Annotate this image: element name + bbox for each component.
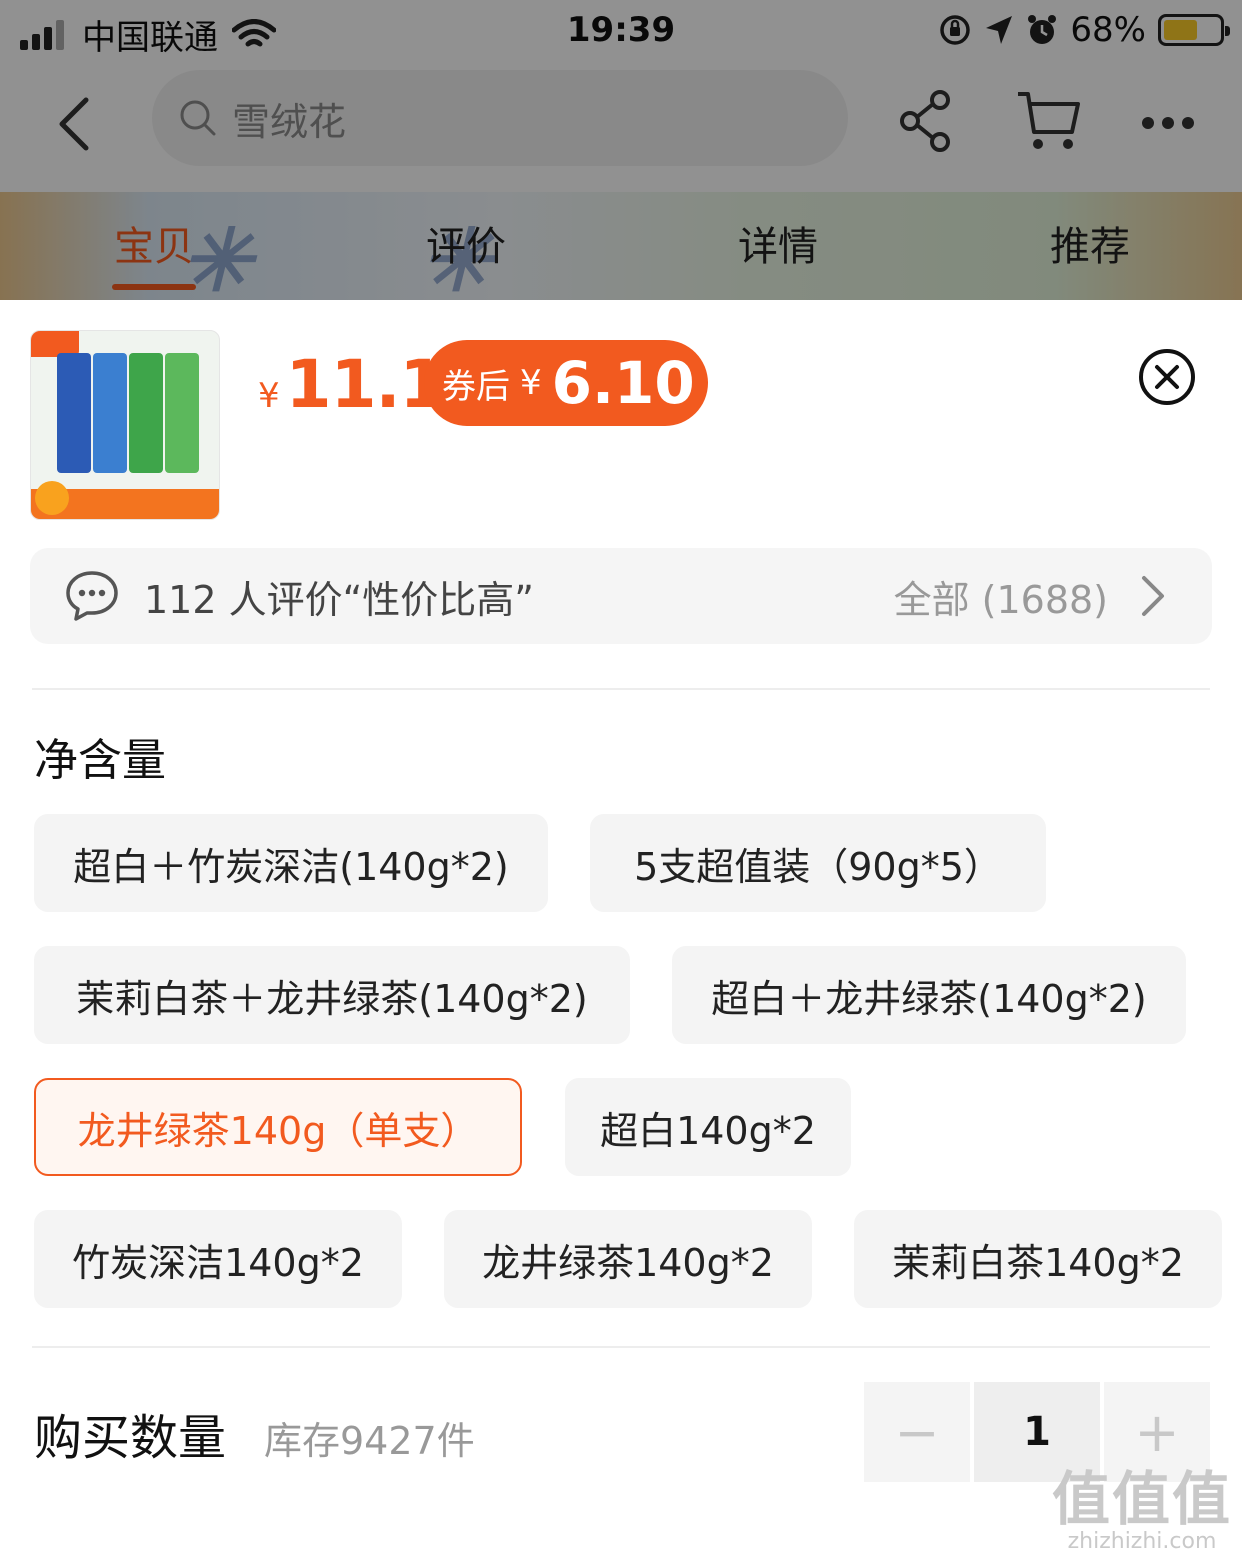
chevron-right-icon [1142, 576, 1164, 616]
section-title-net-content: 净含量 [34, 735, 166, 786]
coupon-label: 券后 [442, 366, 510, 407]
divider [32, 1346, 1210, 1348]
close-icon[interactable] [1138, 348, 1196, 406]
coupon-currency: ¥ [520, 363, 542, 403]
sku-sheet: ¥ 11.1 券后 ¥ 6.10 112 人评价“性价比高” 全部 (1688)… [0, 300, 1242, 1560]
option-chip[interactable]: 超白＋龙井绿茶(140g*2) [672, 946, 1186, 1044]
quantity-title: 购买数量 [34, 1410, 227, 1466]
product-thumbnail[interactable] [30, 330, 220, 520]
coupon-price: 6.10 [551, 349, 695, 417]
option-chip[interactable]: 超白＋竹炭深洁(140g*2) [34, 814, 548, 912]
decrement-button[interactable]: − [864, 1382, 970, 1482]
chat-bubble-icon [66, 571, 118, 621]
review-all-link[interactable]: 全部 (1688) [894, 569, 1108, 624]
watermark-url: zhizhizhi.com [1067, 1529, 1217, 1554]
option-chip[interactable]: 竹炭深洁140g*2 [34, 1210, 402, 1308]
watermark: 值值值 zhizhizhi.com [1052, 1469, 1232, 1554]
price-currency: ¥ [258, 376, 280, 416]
modal-overlay[interactable] [0, 0, 1242, 300]
price-value: 11.1 [285, 346, 446, 423]
option-chip[interactable]: 茉莉白茶140g*2 [854, 1210, 1222, 1308]
stock-count: 库存9427件 [264, 1419, 475, 1463]
option-chip[interactable]: 龙井绿茶140g*2 [444, 1210, 812, 1308]
review-summary-text: 112 人评价“性价比高” [144, 577, 534, 622]
watermark-logo: 值值值 [1051, 1465, 1232, 1533]
option-chip[interactable]: 茉莉白茶＋龙井绿茶(140g*2) [34, 946, 630, 1044]
coupon-price-badge: 券后 ¥ 6.10 [424, 340, 708, 426]
review-summary[interactable]: 112 人评价“性价比高” 全部 (1688) [30, 548, 1212, 644]
divider [32, 688, 1210, 690]
option-chip[interactable]: 超白140g*2 [565, 1078, 851, 1176]
option-chip[interactable]: 5支超值装（90g*5） [590, 814, 1046, 912]
price: ¥ 11.1 [258, 346, 446, 423]
background-page: 中国联通 19:39 68% 雪绒花 ✳ ✳ 宝贝 评价 详情 推荐 [0, 0, 1242, 300]
option-chip-selected[interactable]: 龙井绿茶140g（单支） [34, 1078, 522, 1176]
